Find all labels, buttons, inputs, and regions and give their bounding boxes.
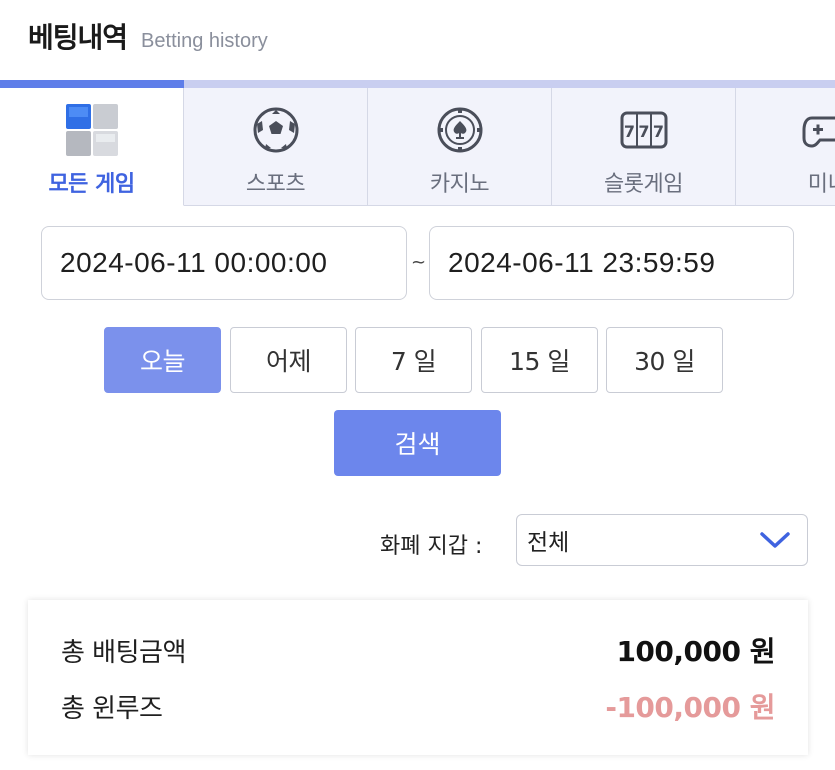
page-subtitle: Betting history — [141, 30, 268, 52]
gamepad-icon — [800, 102, 835, 158]
page-header: 베팅내역 Betting history — [28, 16, 268, 60]
currency-wallet-label: 화폐 지갑 : — [380, 534, 483, 559]
soccer-ball-icon — [248, 102, 304, 158]
game-category-tabs: 모든 게임 스포츠 카지노 7 7 7 슬롯게임 미 — [0, 88, 835, 206]
active-tab-indicator — [0, 80, 184, 88]
currency-selected-value: 전체 — [527, 530, 570, 556]
total-bet-row: 총 배팅금액 100,000 원 — [61, 630, 775, 670]
summary-panel: 총 배팅금액 100,000 원 총 윈루즈 -100,000 원 — [28, 600, 808, 755]
tab-label: 모든 게임 — [48, 172, 135, 197]
tab-slot-games[interactable]: 7 7 7 슬롯게임 — [552, 88, 736, 206]
total-bet-label: 총 배팅금액 — [61, 637, 186, 668]
all-games-cubes-icon — [64, 102, 120, 158]
tab-all-games[interactable]: 모든 게임 — [0, 88, 184, 206]
tab-mini-games[interactable]: 미니 — [736, 88, 835, 206]
total-winloss-row: 총 윈루즈 -100,000 원 — [61, 686, 775, 726]
svg-text:7: 7 — [652, 122, 663, 141]
tab-casino[interactable]: 카지노 — [368, 88, 552, 206]
tab-label: 슬롯게임 — [604, 172, 683, 197]
date-from-input[interactable]: 2024-06-11 00:00:00 — [41, 226, 407, 300]
svg-text:7: 7 — [638, 122, 649, 141]
quick-range-today-button[interactable]: 오늘 — [104, 327, 221, 393]
currency-wallet-select[interactable]: 전체 — [516, 514, 808, 566]
tab-label: 스포츠 — [245, 172, 306, 197]
date-to-input[interactable]: 2024-06-11 23:59:59 — [429, 226, 794, 300]
total-winloss-value: -100,000 원 — [605, 691, 775, 724]
quick-range-30-days-button[interactable]: 30 일 — [606, 327, 723, 393]
tab-rail — [0, 80, 835, 88]
slot-machine-777-icon: 7 7 7 — [616, 102, 672, 158]
tab-label: 카지노 — [429, 172, 490, 197]
tab-label: 미니 — [807, 172, 835, 197]
search-button[interactable]: 검색 — [334, 410, 501, 476]
tab-sports[interactable]: 스포츠 — [184, 88, 368, 206]
casino-chip-spade-icon — [432, 102, 488, 158]
quick-range-7-days-button[interactable]: 7 일 — [355, 327, 472, 393]
quick-range-yesterday-button[interactable]: 어제 — [230, 327, 347, 393]
total-winloss-label: 총 윈루즈 — [61, 693, 163, 724]
date-range-separator: ~ — [411, 252, 427, 273]
page-title: 베팅내역 — [28, 21, 128, 54]
chevron-down-icon — [759, 529, 791, 551]
total-bet-value: 100,000 원 — [616, 635, 775, 668]
svg-text:7: 7 — [623, 122, 634, 141]
quick-range-15-days-button[interactable]: 15 일 — [481, 327, 598, 393]
